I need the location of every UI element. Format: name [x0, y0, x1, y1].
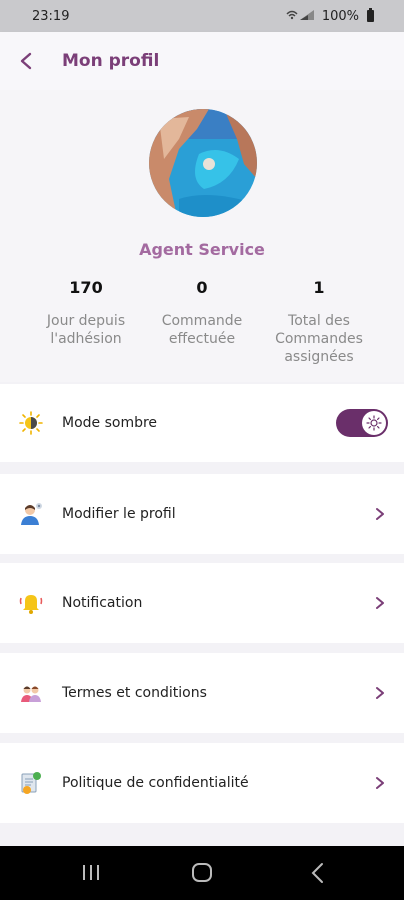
sun-moon-icon — [18, 410, 44, 436]
chevron-right-icon — [374, 596, 386, 610]
dark-mode-label: Mode sombre — [62, 415, 158, 431]
home-button[interactable] — [182, 860, 222, 886]
chevron-right-icon — [374, 686, 386, 700]
battery-level: 100% — [321, 8, 359, 24]
status-icons: 100% — [286, 8, 374, 24]
stat-days: 170 Jour depuis l'adhésion — [26, 278, 146, 348]
system-back-button[interactable] — [298, 860, 338, 886]
chevron-right-icon — [374, 776, 386, 790]
menu-item-notification[interactable]: Notification — [0, 563, 404, 643]
menu-item-terms[interactable]: Termes et conditions — [0, 653, 404, 733]
menu-item-label: Politique de confidentialité — [62, 775, 249, 791]
avatar-image — [149, 109, 257, 217]
profile-card: Agent Service 170 Jour depuis l'adhésion… — [0, 90, 404, 382]
people-icon — [18, 680, 44, 706]
toggle-knob — [362, 411, 386, 435]
stat-orders-placed: 0 Commande effectuée — [142, 278, 262, 348]
stat-orders-assigned: 1 Total des Commandes assignées — [259, 278, 379, 366]
sun-icon — [366, 415, 382, 431]
recent-apps-button[interactable] — [72, 860, 112, 886]
stat-value: 170 — [69, 278, 103, 297]
user-edit-icon — [18, 501, 44, 527]
stat-label: Total des Commandes assignées — [275, 313, 363, 365]
battery-icon — [367, 8, 374, 22]
status-bar: 23:19 100% — [0, 0, 404, 32]
back-button[interactable] — [0, 32, 52, 90]
stat-label: Commande effectuée — [161, 313, 243, 347]
menu-item-label: Termes et conditions — [62, 685, 207, 701]
status-time: 23:19 — [32, 8, 70, 24]
app-header: Mon profil — [0, 32, 404, 90]
dark-mode-toggle[interactable] — [336, 409, 388, 437]
dark-mode-row: Mode sombre — [0, 384, 404, 462]
signal-icon — [286, 9, 316, 24]
user-name: Agent Service — [139, 240, 265, 259]
chevron-right-icon — [374, 507, 386, 521]
stat-value: 0 — [196, 278, 208, 297]
stat-value: 1 — [313, 278, 325, 297]
profile-stats: 170 Jour depuis l'adhésion 0 Commande ef… — [0, 278, 404, 378]
privacy-document-icon — [18, 770, 44, 796]
bell-icon — [18, 590, 44, 616]
back-icon — [311, 863, 323, 883]
menu-item-label: Notification — [62, 595, 143, 611]
system-nav-bar — [0, 846, 404, 900]
home-icon — [192, 863, 212, 882]
menu-item-label: Modifier le profil — [62, 506, 176, 522]
page-title: Mon profil — [62, 51, 160, 71]
back-arrow-icon — [20, 52, 32, 70]
recent-apps-icon — [83, 865, 99, 880]
avatar[interactable] — [149, 109, 257, 217]
menu-item-privacy-policy[interactable]: Politique de confidentialité — [0, 743, 404, 823]
stat-label: Jour depuis l'adhésion — [46, 313, 126, 347]
menu-item-edit-profile[interactable]: Modifier le profil — [0, 474, 404, 554]
